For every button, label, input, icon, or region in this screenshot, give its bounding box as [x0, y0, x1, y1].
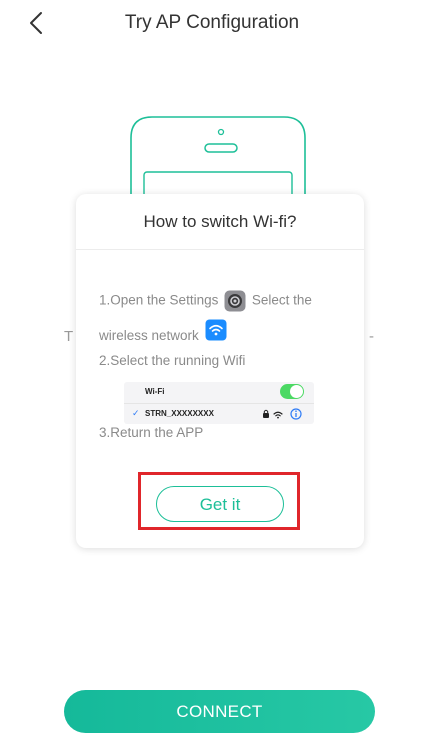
- wifi-toggle: [280, 384, 304, 399]
- get-it-button[interactable]: Get it: [156, 486, 284, 522]
- network-row: ✓ STRN_XXXXXXXX: [124, 403, 314, 424]
- dialog-title: How to switch Wi-fi?: [143, 212, 297, 231]
- background-hint-right: -: [369, 328, 374, 345]
- page-title: Try AP Configuration: [124, 12, 300, 33]
- lock-icon: [263, 409, 269, 418]
- check-icon: ✓: [132, 408, 140, 418]
- info-icon: [290, 408, 302, 420]
- step-1-suffix: Select the: [251, 292, 312, 308]
- connect-button[interactable]: CONNECT: [64, 690, 375, 733]
- wifi-help-dialog: How to switch Wi-fi? 1.Open the Settings…: [76, 194, 364, 548]
- wifi-settings-preview: Wi-Fi ✓ STRN_XXXXXXXX: [124, 382, 314, 424]
- step-1: 1.Open the Settings Select the: [99, 290, 312, 312]
- settings-app-icon: [224, 290, 246, 312]
- background-hint-left: T: [64, 328, 74, 345]
- network-status-icons: [263, 408, 302, 420]
- phone-illustration: [130, 116, 306, 206]
- wifi-row-label: Wi-Fi: [145, 387, 165, 396]
- wifi-signal-icon: [273, 411, 283, 419]
- step-2: 2.Select the running Wifi: [99, 353, 246, 368]
- header-bar: Try AP Configuration: [0, 0, 424, 46]
- step-1-line-2: wireless network: [99, 319, 229, 343]
- wifi-settings-icon: [205, 319, 227, 341]
- step-1-line-2-text: wireless network: [99, 328, 199, 343]
- network-ssid: STRN_XXXXXXXX: [145, 409, 214, 418]
- step-1-text: 1.Open the Settings: [99, 292, 219, 308]
- step-3: 3.Return the APP: [99, 425, 204, 440]
- wifi-toggle-row: Wi-Fi: [124, 382, 314, 402]
- divider: [76, 249, 364, 250]
